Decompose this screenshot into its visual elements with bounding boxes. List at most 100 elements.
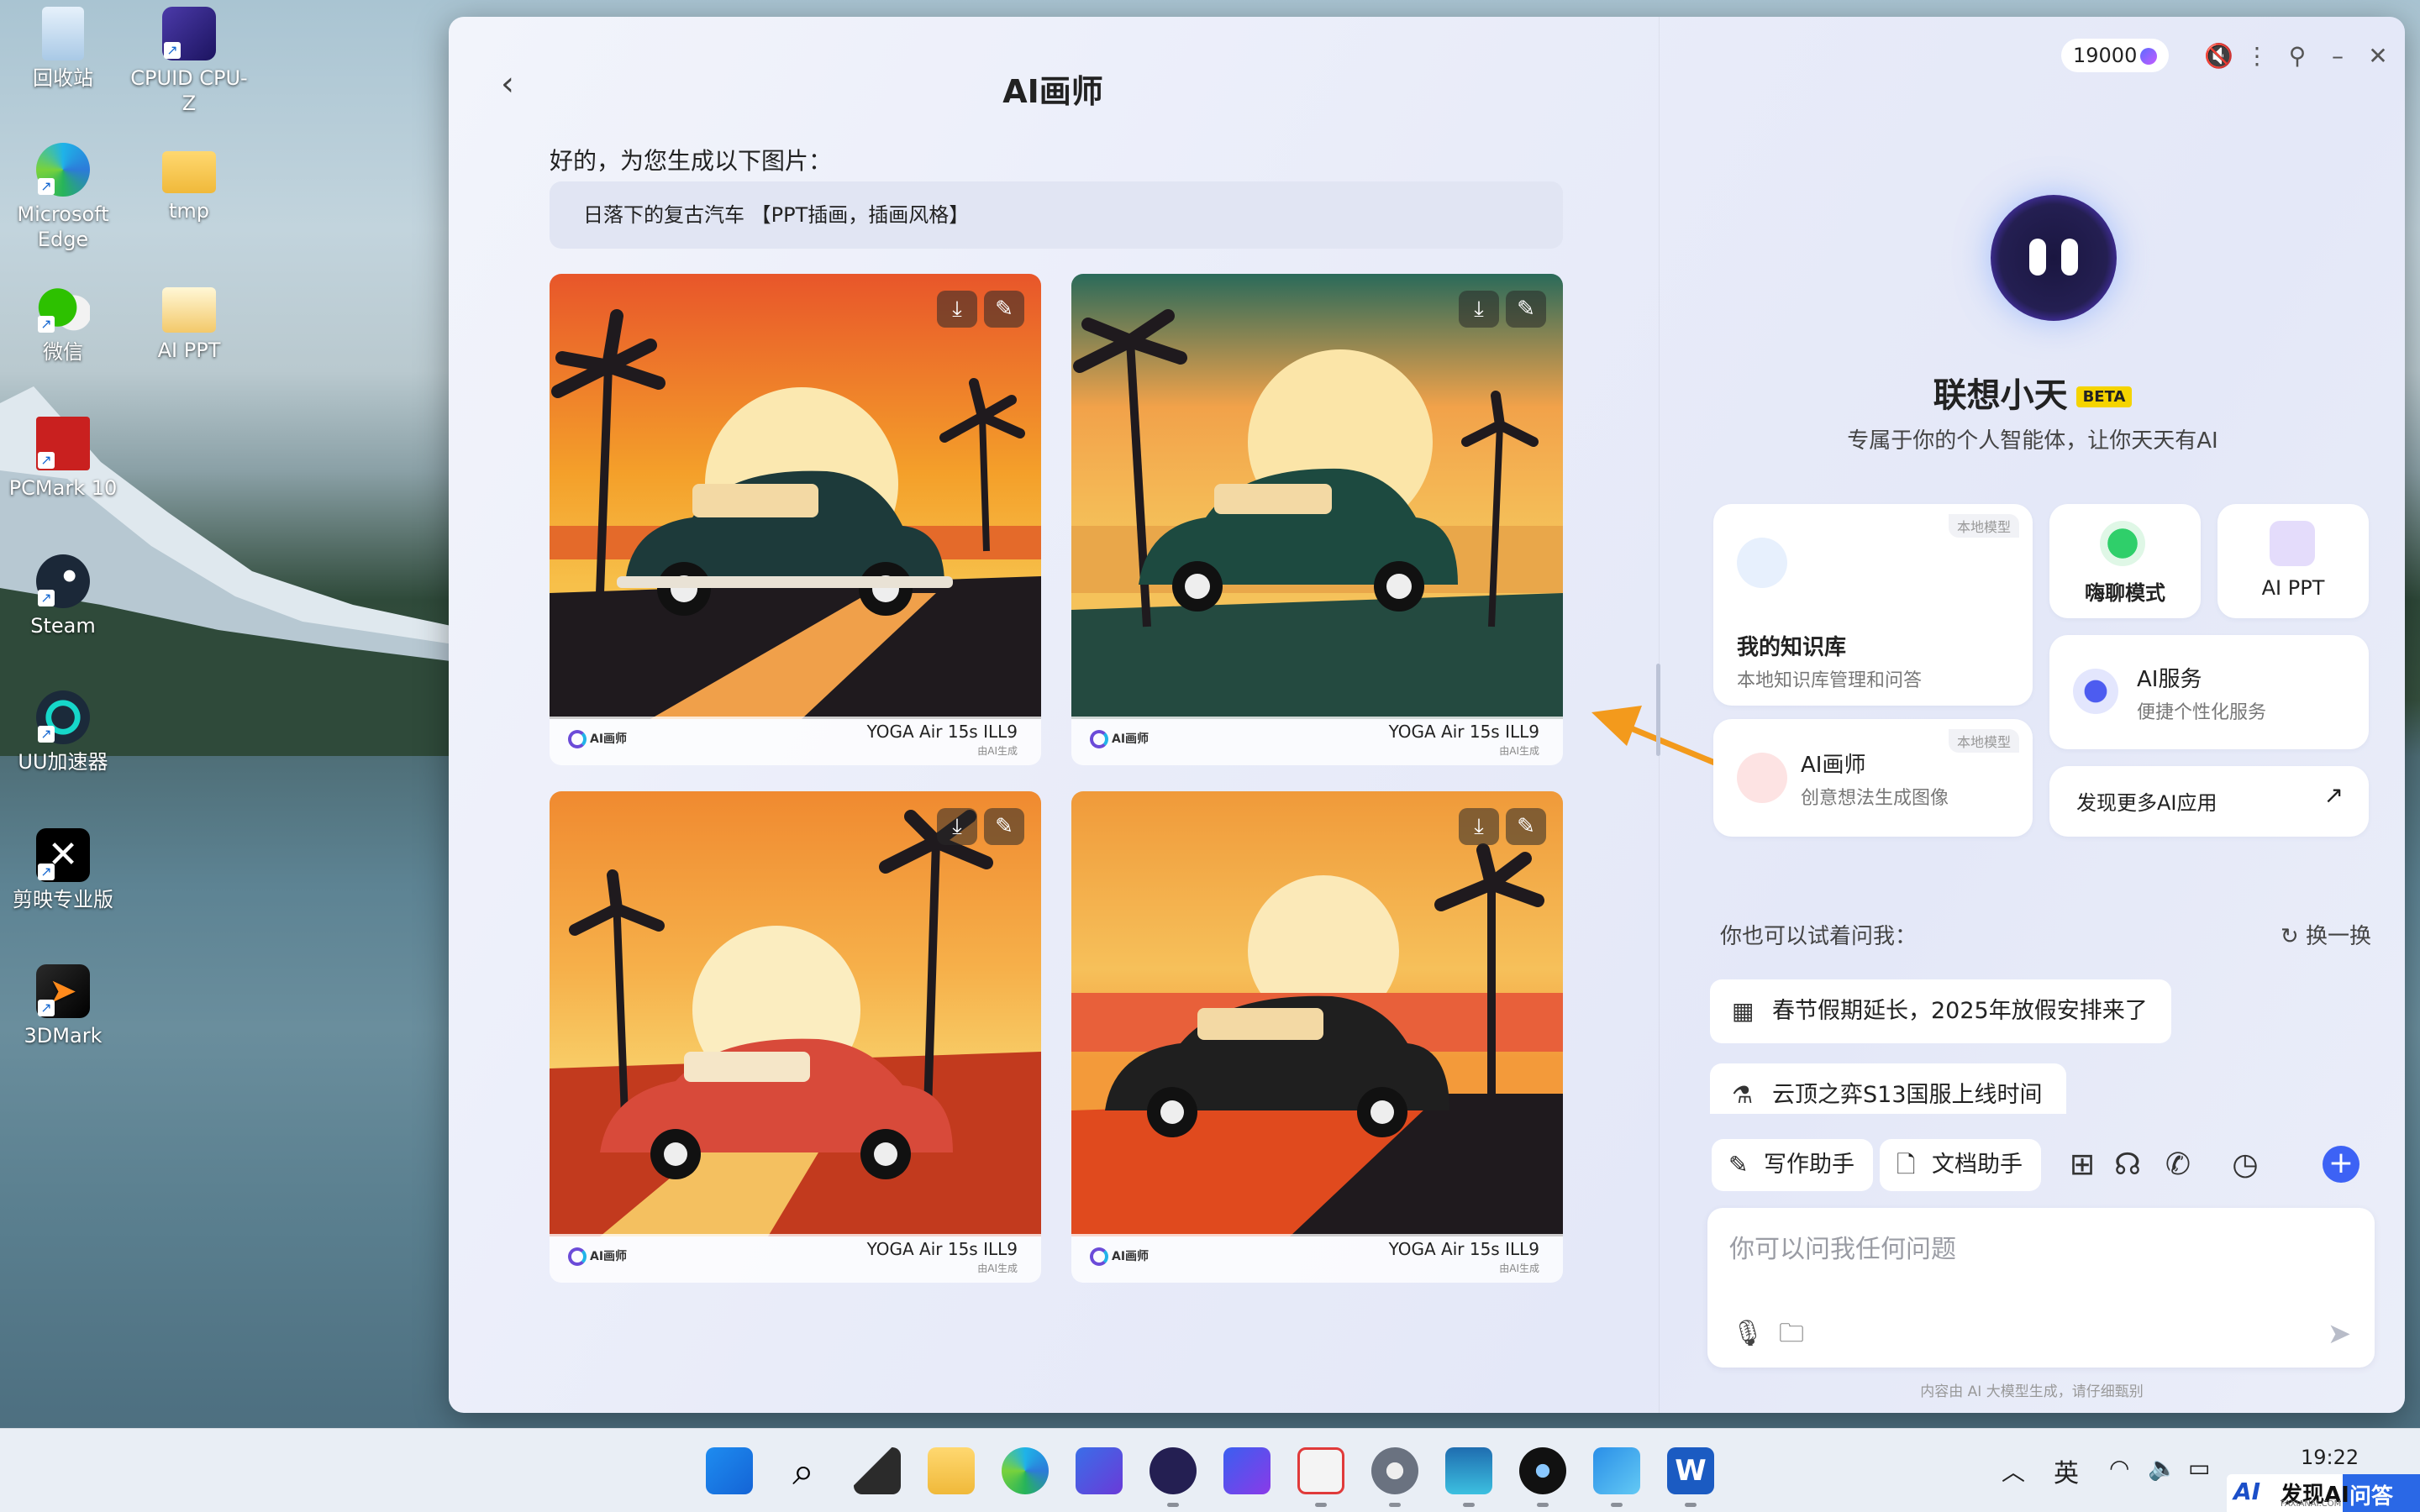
recycle-bin-icon — [42, 7, 84, 60]
card-chat-mode[interactable]: 嗨聊模式 — [2049, 504, 2201, 618]
suggestion-item[interactable]: ▦ 春节假期延长，2025年放假安排来了 — [1710, 979, 2171, 1043]
desktop-icon-3dmark[interactable]: ➤ ↗ 3DMark — [0, 964, 126, 1048]
image-footer: AI画师 YOGA Air 15s ILL9 由AI生成 — [550, 1234, 1041, 1283]
desktop-icon-recycle-bin[interactable]: 回收站 — [0, 7, 126, 91]
retro-car-scene-4 — [1071, 791, 1563, 1236]
edge-icon: ↗ — [36, 143, 90, 197]
app-icon[interactable] — [1223, 1447, 1270, 1494]
desktop-icon-pcmark[interactable]: ↗ PCMark 10 — [0, 417, 126, 501]
call-icon[interactable]: ✆ — [2157, 1142, 2199, 1188]
battery-icon[interactable]: ▭ — [2188, 1454, 2210, 1482]
ai-painter-logo: AI画师 — [568, 730, 627, 748]
assistant-avatar — [1991, 195, 2117, 321]
writing-assistant-button[interactable]: ✎ 写作助手 — [1712, 1139, 1873, 1191]
chat-input[interactable] — [1729, 1228, 2420, 1278]
card-ai-service[interactable]: AI服务 便捷个性化服务 — [2049, 635, 2369, 749]
folder-icon — [162, 151, 216, 193]
generated-image-4[interactable]: ⤓ ✎ AI画师 YOGA Air 15s ILL9 由AI生成 — [1071, 791, 1563, 1283]
settings-icon[interactable] — [1371, 1447, 1418, 1494]
ime-indicator[interactable]: 英 — [2054, 1452, 2079, 1489]
volume-icon[interactable]: 🔈 — [2148, 1454, 2177, 1482]
ai-ppt-icon — [162, 287, 216, 333]
beta-badge: BETA — [2075, 386, 2133, 407]
refresh-button[interactable]: ↻ 换一换 — [2281, 919, 2371, 950]
card-ai-painter[interactable]: 本地模型 AI画师 创意想法生成图像 — [1713, 719, 2033, 837]
running-indicator — [1167, 1503, 1179, 1507]
send-icon[interactable]: ➤ — [2321, 1315, 2358, 1352]
try-ask-label: 你也可以试着问我： — [1720, 924, 1918, 949]
upload-folder-icon[interactable]: 🗀 — [1775, 1317, 1808, 1351]
card-ai-ppt[interactable]: AI PPT — [2217, 504, 2369, 618]
flask-icon: ⚗ — [1732, 1081, 1754, 1109]
page-title: AI画师 — [1002, 73, 1103, 110]
generated-image-2[interactable]: ⤓ ✎ AI画师 YOGA Air 15s ILL9 由AI生成 — [1071, 274, 1563, 765]
start-icon[interactable] — [706, 1447, 753, 1494]
arrow-up-right-icon: ↗ — [2323, 781, 2344, 809]
mute-icon[interactable]: 🔇 — [2204, 42, 2233, 71]
desktop-icon-cpu-z[interactable]: ↗ CPUID CPU-Z — [126, 7, 252, 116]
points-badge[interactable]: 19000 — [2061, 39, 2170, 72]
edit-icon[interactable]: ✎ — [984, 808, 1024, 845]
desktop-icon-tmp[interactable]: tmp — [126, 143, 252, 223]
pane-divider-handle[interactable] — [1656, 664, 1660, 756]
edit-icon[interactable]: ✎ — [984, 291, 1024, 328]
snipping-tool-icon[interactable] — [1297, 1447, 1344, 1494]
edit-icon[interactable]: ✎ — [1506, 291, 1546, 328]
disclaimer: 内容由 AI 大模型生成，请仔细甄别 — [1920, 1383, 2144, 1400]
watermark: AI 发现AI FAXIANAI.COM 问答 — [2227, 1474, 2420, 1512]
word-icon[interactable]: W — [1667, 1447, 1714, 1494]
voice-chat-icon[interactable]: ☊ — [2107, 1142, 2149, 1188]
lenovo-ai-window: ‹ AI画师 好的，为您生成以下图片： 日落下的复古汽车 【PPT插画，插画风格… — [449, 17, 2405, 1413]
pin-icon[interactable]: ⚲ — [2283, 42, 2312, 71]
search-icon[interactable]: ⌕ — [780, 1447, 827, 1494]
running-indicator — [1315, 1503, 1327, 1507]
more-icon[interactable]: ⋮ — [2243, 42, 2271, 71]
lenovo-ai-icon[interactable] — [1150, 1447, 1197, 1494]
ai-painter-pane: ‹ AI画师 好的，为您生成以下图片： 日落下的复古汽车 【PPT插画，插画风格… — [449, 17, 1763, 1413]
download-icon[interactable]: ⤓ — [1459, 808, 1499, 845]
generated-image-1[interactable]: ⤓ ✎ AI画师 YOGA Air 15s ILL9 由AI生成 — [550, 274, 1041, 765]
desktop-icon-wechat[interactable]: ↗ 微信 — [0, 281, 126, 365]
task-view-icon[interactable] — [854, 1447, 901, 1494]
doc-assistant-button[interactable]: 🗋 文档助手 — [1880, 1139, 2041, 1191]
ai-painter-logo: AI画师 — [1090, 1247, 1149, 1266]
card-knowledge-base[interactable]: 本地模型 我的知识库 本地知识库管理和问答 — [1713, 504, 2033, 706]
knowledge-head-icon — [1737, 538, 1787, 588]
desktop-icon-edge[interactable]: ↗ Microsoft Edge — [0, 143, 126, 252]
camera-app-icon[interactable] — [1519, 1447, 1566, 1494]
photos-icon[interactable] — [1593, 1447, 1640, 1494]
clock-time[interactable]: 19:22 — [2301, 1446, 2359, 1469]
running-indicator — [1537, 1503, 1549, 1507]
desktop-icon-uu[interactable]: ↗ UU加速器 — [0, 690, 126, 774]
download-icon[interactable]: ⤓ — [1459, 291, 1499, 328]
download-icon[interactable]: ⤓ — [937, 291, 977, 328]
generated-image-3[interactable]: ⤓ ✎ AI画师 YOGA Air 15s ILL9 由AI生成 — [550, 791, 1041, 1283]
points-coin-icon — [2140, 48, 2158, 65]
apps-icon[interactable]: ⊞ — [2061, 1142, 2103, 1188]
close-icon[interactable]: ✕ — [2364, 42, 2392, 71]
new-chat-button[interactable]: + — [2323, 1146, 2360, 1183]
monitor-icon[interactable] — [1445, 1447, 1492, 1494]
phone-icon — [2100, 521, 2145, 566]
image-footer: AI画师 YOGA Air 15s ILL9 由AI生成 — [1071, 717, 1563, 765]
desktop-icon-capcut[interactable]: ✕ ↗ 剪映专业版 — [0, 828, 126, 912]
ppt-icon — [2270, 521, 2315, 566]
retro-car-scene-2 — [1071, 274, 1563, 719]
wifi-icon[interactable]: ◠ — [2109, 1454, 2129, 1482]
card-discover-more[interactable]: 发现更多AI应用 ↗ — [2049, 766, 2369, 837]
taskbar: ⌕ W ︿ 英 ◠ 🔈 ▭ 19:22 AI 发现AI FAXIANAI.COM… — [0, 1428, 2420, 1512]
suggestion-item[interactable]: ⚗ 云顶之弈S13国服上线时间 — [1710, 1063, 2066, 1114]
desktop-icon-ai-ppt[interactable]: AI PPT — [126, 281, 252, 363]
calendar-icon: ▦ — [1732, 997, 1754, 1025]
store-icon[interactable] — [1076, 1447, 1123, 1494]
microphone-icon[interactable]: 🎙 — [1731, 1317, 1765, 1351]
history-icon[interactable]: ◷ — [2224, 1142, 2266, 1188]
retro-car-scene-3 — [550, 791, 1041, 1236]
chevron-up-icon[interactable]: ︿ — [2002, 1454, 2025, 1488]
download-icon[interactable]: ⤓ — [937, 808, 977, 845]
minimize-icon[interactable]: – — [2323, 42, 2352, 71]
file-explorer-icon[interactable] — [928, 1447, 975, 1494]
edit-icon[interactable]: ✎ — [1506, 808, 1546, 845]
edge-icon[interactable] — [1002, 1447, 1049, 1494]
desktop-icon-steam[interactable]: ↗ Steam — [0, 554, 126, 638]
